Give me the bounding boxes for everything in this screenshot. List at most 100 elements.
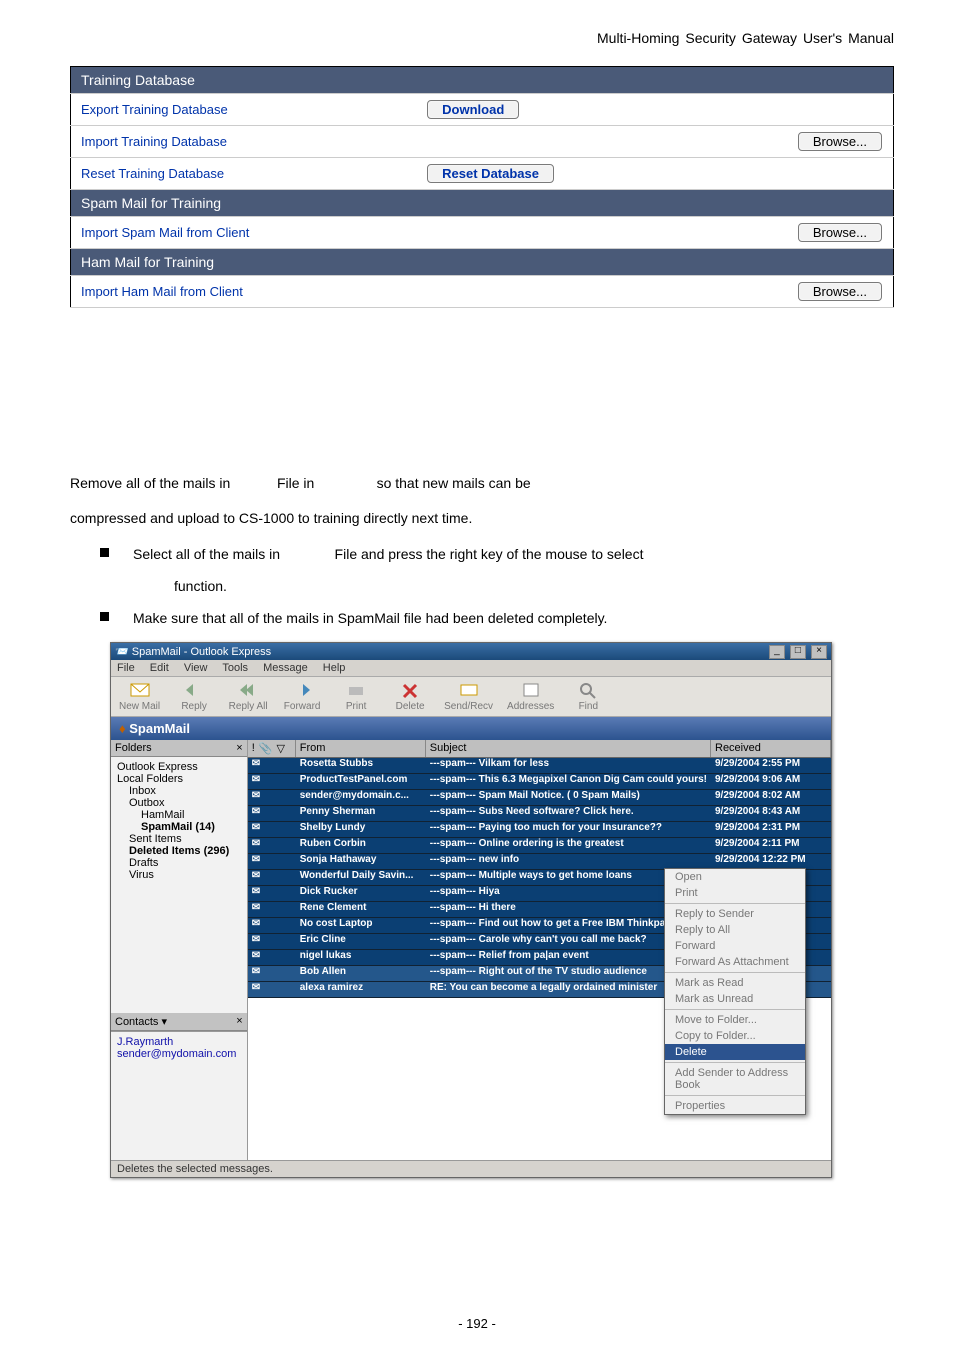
body-text: Remove all of the mails in File in so th… <box>70 468 894 632</box>
msg-subject: ---spam--- This 6.3 Megapixel Canon Dig … <box>426 774 711 789</box>
context-menu-item[interactable]: Add Sender to Address Book <box>665 1065 805 1093</box>
close-pane-icon[interactable]: × <box>236 1015 242 1028</box>
context-menu-item[interactable]: Properties <box>665 1098 805 1114</box>
message-row[interactable]: ✉Shelby Lundy---spam--- Paying too much … <box>248 822 831 838</box>
folder-item[interactable]: HamMail <box>141 809 241 821</box>
msg-from: Bob Allen <box>296 966 426 981</box>
folder-item[interactable]: Outbox <box>129 797 241 809</box>
maximize-icon[interactable]: □ <box>790 645 806 659</box>
browse-button-training[interactable]: Browse... <box>798 132 882 151</box>
tb-print[interactable]: Print <box>336 681 376 712</box>
folder-item[interactable]: Local Folders <box>117 773 241 785</box>
settings-table: Training Database Export Training Databa… <box>70 66 894 308</box>
context-menu-item[interactable]: Forward <box>665 938 805 954</box>
msg-from: alexa ramirez <box>296 982 426 997</box>
msg-from: Ruben Corbin <box>296 838 426 853</box>
folder-item[interactable]: Deleted Items (296) <box>129 845 241 857</box>
folder-item[interactable]: Outlook Express <box>117 761 241 773</box>
menu-separator <box>665 1062 805 1063</box>
context-menu-item[interactable]: Mark as Unread <box>665 991 805 1007</box>
folder-item[interactable]: Drafts <box>129 857 241 869</box>
menu-help[interactable]: Help <box>323 662 346 674</box>
tb-new-mail[interactable]: New Mail <box>119 681 160 712</box>
msg-from: Penny Sherman <box>296 806 426 821</box>
msg-icons: ✉ <box>248 902 296 917</box>
tb-addresses[interactable]: Addresses <box>507 681 554 712</box>
message-row[interactable]: ✉ProductTestPanel.com---spam--- This 6.3… <box>248 774 831 790</box>
msg-received: 9/29/2004 2:55 PM <box>711 758 831 773</box>
msg-from: Dick Rucker <box>296 886 426 901</box>
context-menu-item[interactable]: Delete <box>665 1044 805 1060</box>
menu-message[interactable]: Message <box>263 662 308 674</box>
folder-item[interactable]: Inbox <box>129 785 241 797</box>
window-controls: _ □ × <box>767 644 827 659</box>
context-menu-item[interactable]: Reply to All <box>665 922 805 938</box>
msg-from: nigel lukas <box>296 950 426 965</box>
msg-received: 9/29/2004 2:31 PM <box>711 822 831 837</box>
menu-tools[interactable]: Tools <box>222 662 248 674</box>
tb-find[interactable]: Find <box>568 681 608 712</box>
context-menu-item[interactable]: Forward As Attachment <box>665 954 805 970</box>
folder-item[interactable]: SpamMail (14) <box>141 821 241 833</box>
msg-icons: ✉ <box>248 758 296 773</box>
context-menu-item[interactable]: Move to Folder... <box>665 1012 805 1028</box>
contacts-header: Contacts ▾× <box>111 1013 247 1031</box>
close-icon[interactable]: × <box>811 645 827 659</box>
folder-item[interactable]: Sent Items <box>129 833 241 845</box>
message-row[interactable]: ✉sender@mydomain.c...---spam--- Spam Mai… <box>248 790 831 806</box>
folder-item[interactable]: Virus <box>129 869 241 881</box>
contacts-list[interactable]: J.Raymarthsender@mydomain.com <box>111 1031 247 1160</box>
msg-from: Wonderful Daily Savin... <box>296 870 426 885</box>
tb-delete[interactable]: Delete <box>390 681 430 712</box>
msg-icons: ✉ <box>248 950 296 965</box>
message-row[interactable]: ✉Rosetta Stubbs---spam--- Vilkam for les… <box>248 758 831 774</box>
col-received[interactable]: Received <box>711 740 831 757</box>
col-subject[interactable]: Subject <box>426 740 711 757</box>
menu-file[interactable]: File <box>117 662 135 674</box>
bullet-square-icon <box>100 548 109 557</box>
tb-send-recv[interactable]: Send/Recv <box>444 681 493 712</box>
tb-forward[interactable]: Forward <box>282 681 322 712</box>
contact-item[interactable]: J.Raymarth <box>117 1036 241 1048</box>
msg-icons: ✉ <box>248 918 296 933</box>
import-spam-label: Import Spam Mail from Client <box>81 225 249 240</box>
col-from[interactable]: From <box>296 740 426 757</box>
close-pane-icon[interactable]: × <box>236 742 242 754</box>
context-menu-item[interactable]: Mark as Read <box>665 975 805 991</box>
menu-bar: File Edit View Tools Message Help <box>111 660 831 677</box>
menu-edit[interactable]: Edit <box>150 662 169 674</box>
browse-button-ham[interactable]: Browse... <box>798 282 882 301</box>
tb-reply[interactable]: Reply <box>174 681 214 712</box>
tb-reply-all[interactable]: Reply All <box>228 681 268 712</box>
msg-subject: ---spam--- Paying too much for your Insu… <box>426 822 711 837</box>
page-number: - 192 - <box>0 1316 954 1331</box>
msg-from: No cost Laptop <box>296 918 426 933</box>
download-button[interactable]: Download <box>427 100 519 119</box>
browse-button-spam[interactable]: Browse... <box>798 223 882 242</box>
bullet-2: Make sure that all of the mails in SpamM… <box>100 604 894 632</box>
bullet-1-cont: function. <box>174 572 894 600</box>
reset-training-label: Reset Training Database <box>81 166 224 181</box>
msg-icons: ✉ <box>248 790 296 805</box>
folder-band: ♦ SpamMail <box>111 717 831 740</box>
msg-icons: ✉ <box>248 934 296 949</box>
msg-from: Shelby Lundy <box>296 822 426 837</box>
minimize-icon[interactable]: _ <box>769 645 785 659</box>
message-row[interactable]: ✉Penny Sherman---spam--- Subs Need softw… <box>248 806 831 822</box>
menu-view[interactable]: View <box>184 662 208 674</box>
message-row[interactable]: ✉Ruben Corbin---spam--- Online ordering … <box>248 838 831 854</box>
folder-tree[interactable]: Outlook ExpressLocal FoldersInboxOutboxH… <box>111 757 247 1013</box>
msg-from: ProductTestPanel.com <box>296 774 426 789</box>
reset-database-button[interactable]: Reset Database <box>427 164 554 183</box>
context-menu-item[interactable]: Open <box>665 869 805 885</box>
col-flags[interactable]: !📎▽ <box>248 740 296 757</box>
contact-item[interactable]: sender@mydomain.com <box>117 1048 241 1060</box>
context-menu-item[interactable]: Copy to Folder... <box>665 1028 805 1044</box>
toolbar: New Mail Reply Reply All Forward Print D… <box>111 677 831 717</box>
section-training-db: Training Database <box>71 67 894 94</box>
context-menu-item[interactable]: Print <box>665 885 805 901</box>
outlook-screenshot: 📨 SpamMail - Outlook Express _ □ × File … <box>110 642 832 1178</box>
msg-subject: ---spam--- Online ordering is the greate… <box>426 838 711 853</box>
context-menu-item[interactable]: Reply to Sender <box>665 906 805 922</box>
msg-icons: ✉ <box>248 886 296 901</box>
